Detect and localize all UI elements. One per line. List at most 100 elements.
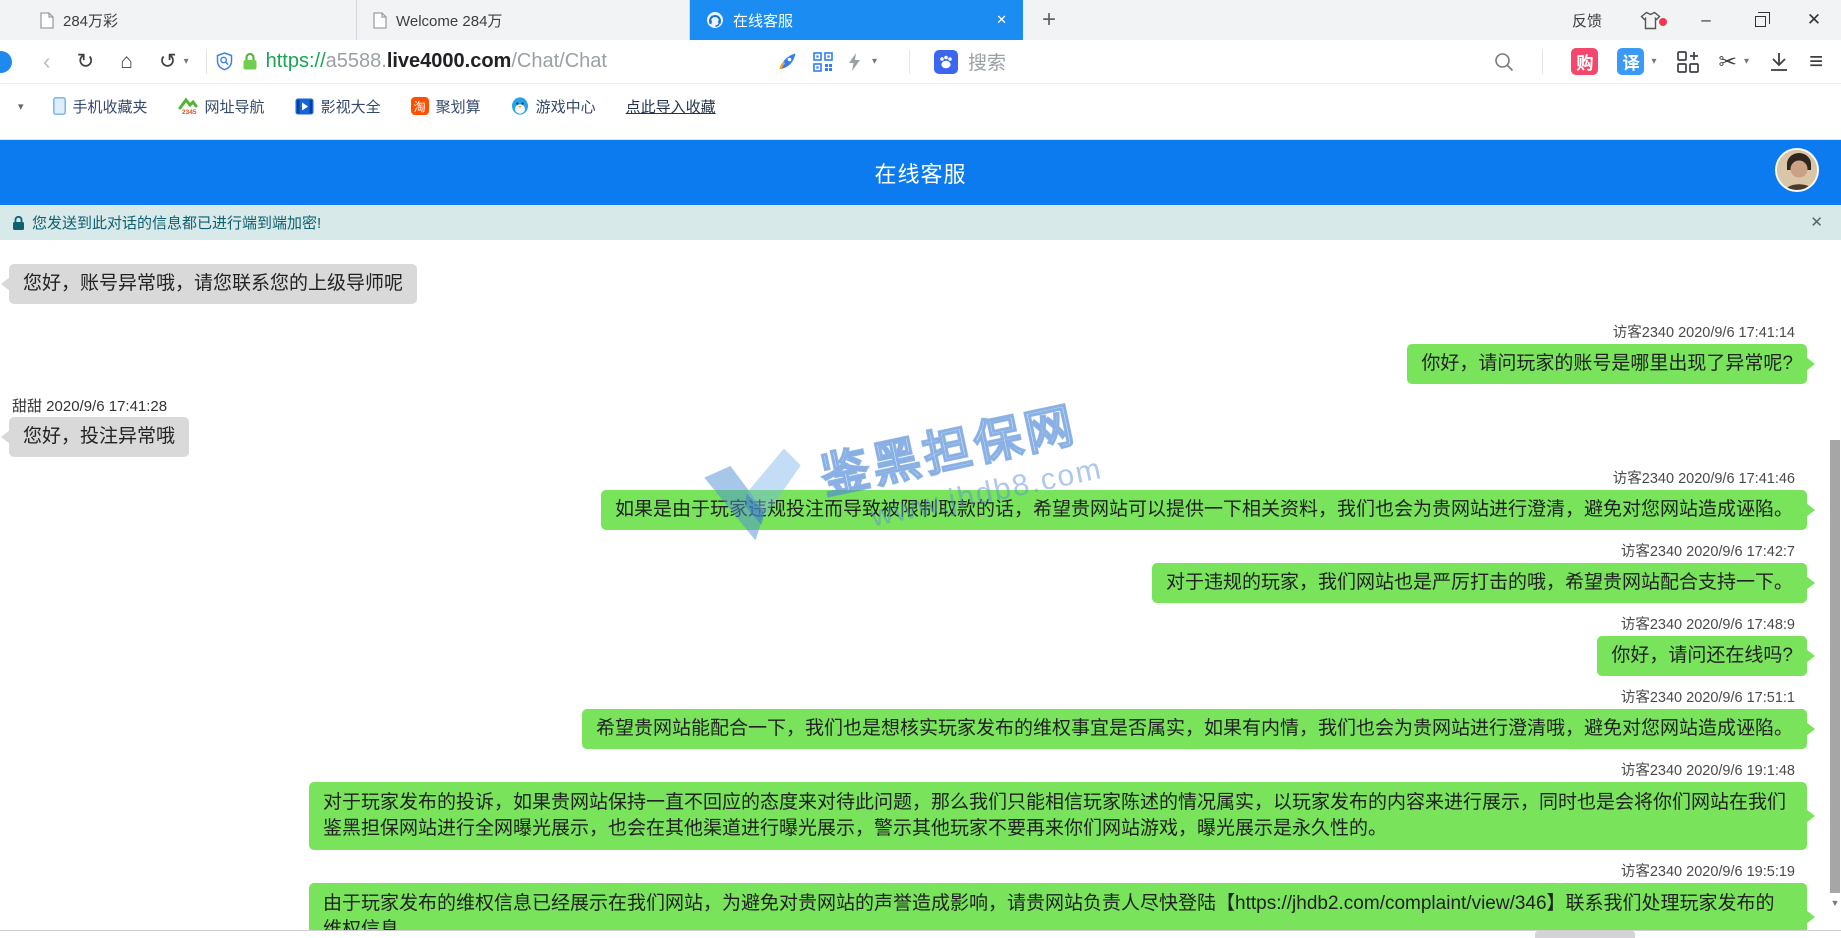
taobao-icon: 淘	[411, 97, 429, 115]
url-path: /Chat/Chat	[511, 50, 607, 73]
chat-area: 您好，账号异常哦，请您联系您的上级导师呢 访客2340 2020/9/6 17:…	[0, 240, 1841, 938]
close-button[interactable]: ✕	[1787, 0, 1841, 40]
message-bubble: 对于违规的玩家，我们网站也是严厉打击的哦，希望贵网站配合支持一下。	[1152, 563, 1807, 603]
lightning-flash-icon[interactable]	[848, 53, 861, 71]
search-icon[interactable]	[1494, 52, 1514, 72]
customer-service-icon	[706, 11, 724, 29]
message-meta: 访客2340 2020/9/6 17:42:7	[0, 544, 1795, 561]
message-meta: 访客2340 2020/9/6 19:5:19	[0, 864, 1795, 881]
translate-badge[interactable]: 译	[1617, 48, 1644, 75]
translate-dropdown-icon[interactable]: ▾	[1651, 56, 1656, 67]
message-list: 您好，账号异常哦，请您联系您的上级导师呢 访客2340 2020/9/6 17:…	[0, 240, 1841, 930]
send-button-fragment[interactable]	[1535, 931, 1635, 938]
tabbar-spacer	[1075, 0, 1552, 40]
notice-text: 您发送到此对话的信息都已进行端到端加密!	[32, 212, 321, 233]
lock-icon	[12, 215, 25, 231]
theme-skin-icon[interactable]	[1622, 11, 1679, 30]
tab-close-icon[interactable]: ✕	[988, 10, 1015, 30]
chat-message-outgoing: 访客2340 2020/9/6 17:42:7 对于违规的玩家，我们网站也是严厉…	[0, 544, 1841, 603]
tab-welcome[interactable]: Welcome 284万	[357, 0, 690, 40]
message-bubble: 您好，账号异常哦，请您联系您的上级导师呢	[9, 264, 417, 304]
message-meta: 访客2340 2020/9/6 17:51:1	[0, 690, 1795, 707]
divider	[206, 50, 207, 74]
page-icon	[40, 12, 54, 29]
feedback-button[interactable]: 反馈	[1552, 10, 1622, 31]
bookmarks-dropdown-icon[interactable]: ▾	[14, 93, 38, 113]
address-search-zone[interactable]: 搜索	[934, 48, 1006, 75]
address-bar[interactable]: https://a5588.live4000.com/Chat/Chat	[266, 50, 607, 73]
tab-284wancai[interactable]: 284万彩	[24, 0, 357, 40]
chat-input-top-edge	[0, 930, 1841, 938]
chat-message-outgoing: 访客2340 2020/9/6 19:1:48 对于玩家发布的投诉，如果贵网站保…	[0, 763, 1841, 850]
url-scheme: https	[266, 50, 309, 73]
site-safety-shield-icon[interactable]	[216, 52, 233, 71]
tabbar-right: 反馈 – ✕	[1552, 0, 1841, 40]
svg-text:2345: 2345	[182, 109, 197, 115]
bookmark-game-center[interactable]: 游戏中心	[496, 93, 611, 119]
chat-message-incoming: 甜甜 2020/9/6 17:41:28 您好，投注异常哦	[0, 398, 1841, 457]
notification-dot	[1659, 18, 1667, 26]
tab-label: Welcome 284万	[396, 10, 681, 31]
menu-hamburger-icon[interactable]: ≡	[1809, 48, 1823, 76]
bookmarks-bar: ▾ 手机收藏夹 2345 网址导航 影视大全 淘 聚划算	[0, 84, 1841, 140]
restore-icon	[1755, 16, 1766, 27]
scissors-dropdown-icon[interactable]: ▾	[1744, 56, 1749, 67]
new-tab-button[interactable]: +	[1023, 0, 1075, 40]
page-title: 在线客服	[874, 157, 966, 189]
2345-nav-icon: 2345	[178, 97, 198, 115]
message-bubble: 希望贵网站能配合一下，我们也是想核实玩家发布的维权事宜是否属实，如果有内情，我们…	[582, 709, 1807, 749]
message-bubble: 您好，投注异常哦	[9, 417, 189, 457]
message-meta: 访客2340 2020/9/6 19:1:48	[0, 763, 1795, 780]
message-bubble: 如果是由于玩家违规投注而导致被限制取款的话，希望贵网站可以提供一下相关资料，我们…	[601, 490, 1807, 530]
qr-code-icon[interactable]	[813, 52, 833, 72]
page-header: 在线客服	[0, 140, 1841, 205]
back-button[interactable]: ‹	[30, 50, 64, 73]
screenshot-scissors-icon[interactable]: ✂	[1719, 49, 1737, 75]
browser-logo-edge	[0, 51, 12, 73]
url-domain: live4000.com	[387, 50, 512, 73]
bookmark-phone-favorites[interactable]: 手机收藏夹	[38, 93, 163, 119]
chat-message-outgoing: 访客2340 2020/9/6 17:48:9 你好，请问还在线吗?	[0, 617, 1841, 676]
undo-dropdown-icon[interactable]: ▾	[184, 56, 197, 67]
scrollbar-thumb[interactable]	[1830, 440, 1840, 893]
tab-label: 在线客服	[733, 10, 979, 31]
chevron-down-icon[interactable]: ▾	[872, 56, 885, 67]
toolbar: ‹ ↻ ⌂ ↺ ▾ https://a5588.live4000.com/Cha…	[0, 40, 1841, 84]
bookmark-juhuasuan[interactable]: 淘 聚划算	[396, 93, 496, 119]
bookmark-site-nav-2345[interactable]: 2345 网址导航	[163, 93, 280, 119]
bookmark-movies[interactable]: 影视大全	[280, 93, 396, 119]
scrollbar-down-arrow[interactable]: ▼	[1829, 898, 1841, 908]
page-icon	[373, 12, 387, 29]
url-subdomain: a5588.	[326, 50, 387, 73]
film-play-icon	[295, 98, 314, 115]
restore-button[interactable]	[1733, 0, 1787, 40]
tab-bar: 284万彩 Welcome 284万 在线客服 ✕ + 反馈 – ✕	[0, 0, 1841, 40]
address-bar-actions: ▾ 搜索	[777, 48, 1006, 75]
extensions-icon[interactable]	[1676, 50, 1700, 74]
browser-window: 284万彩 Welcome 284万 在线客服 ✕ + 反馈 – ✕	[0, 0, 1841, 938]
tab-online-service[interactable]: 在线客服 ✕	[690, 0, 1023, 40]
home-button[interactable]: ⌂	[107, 51, 146, 72]
minimize-button[interactable]: –	[1679, 0, 1733, 40]
chat-message-outgoing: 访客2340 2020/9/6 17:41:46 如果是由于玩家违规投注而导致被…	[0, 471, 1841, 530]
toolbar-right-tools: 购 译 ▾ ✂ ▾ ≡	[1494, 48, 1829, 76]
rocket-boost-icon[interactable]	[777, 51, 798, 72]
avatar[interactable]	[1775, 148, 1819, 192]
download-icon[interactable]	[1768, 51, 1790, 73]
penguin-icon	[511, 97, 529, 115]
message-meta: 访客2340 2020/9/6 17:48:9	[0, 617, 1795, 634]
message-meta: 访客2340 2020/9/6 17:41:14	[0, 325, 1795, 342]
chat-message-outgoing: 访客2340 2020/9/6 19:5:19 由于玩家发布的维权信息已经展示在…	[0, 864, 1841, 930]
notice-close-icon[interactable]: ✕	[1810, 213, 1823, 231]
message-bubble: 你好，请问还在线吗?	[1597, 636, 1807, 676]
chat-message-outgoing: 访客2340 2020/9/6 17:41:14 你好，请问玩家的账号是哪里出现…	[0, 325, 1841, 384]
divider	[909, 50, 910, 74]
message-meta: 访客2340 2020/9/6 17:41:46	[0, 471, 1795, 488]
encryption-notice-banner: 您发送到此对话的信息都已进行端到端加密! ✕	[0, 205, 1841, 240]
bookmark-import-link[interactable]: 点此导入收藏	[611, 93, 731, 119]
shopping-badge[interactable]: 购	[1571, 48, 1598, 75]
https-lock-icon[interactable]	[242, 52, 258, 71]
refresh-button[interactable]: ↻	[64, 51, 108, 72]
divider	[1542, 50, 1543, 74]
chat-message-incoming: 您好，账号异常哦，请您联系您的上级导师呢	[0, 264, 1841, 304]
